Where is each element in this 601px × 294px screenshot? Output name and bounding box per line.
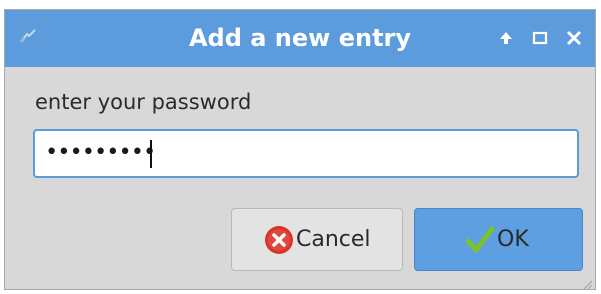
maximize-icon[interactable] — [529, 27, 551, 49]
dialog-window: Add a new entry enter your password ••••… — [4, 9, 596, 290]
password-value: ••••••••• — [45, 140, 156, 165]
cancel-circle-icon — [264, 225, 294, 255]
arrow-up-icon[interactable] — [495, 27, 517, 49]
title-bar[interactable]: Add a new entry — [5, 10, 595, 67]
text-cursor — [150, 140, 152, 168]
cancel-button[interactable]: Cancel — [231, 208, 403, 271]
password-input[interactable]: ••••••••• — [33, 129, 579, 178]
ok-button[interactable]: OK — [414, 208, 583, 271]
cancel-button-label: Cancel — [296, 227, 371, 252]
ok-button-label: OK — [497, 227, 529, 252]
close-icon[interactable] — [563, 27, 585, 49]
prompt-label: enter your password — [35, 90, 252, 114]
checkmark-icon — [465, 225, 495, 255]
resize-grip-icon[interactable] — [581, 275, 593, 290]
